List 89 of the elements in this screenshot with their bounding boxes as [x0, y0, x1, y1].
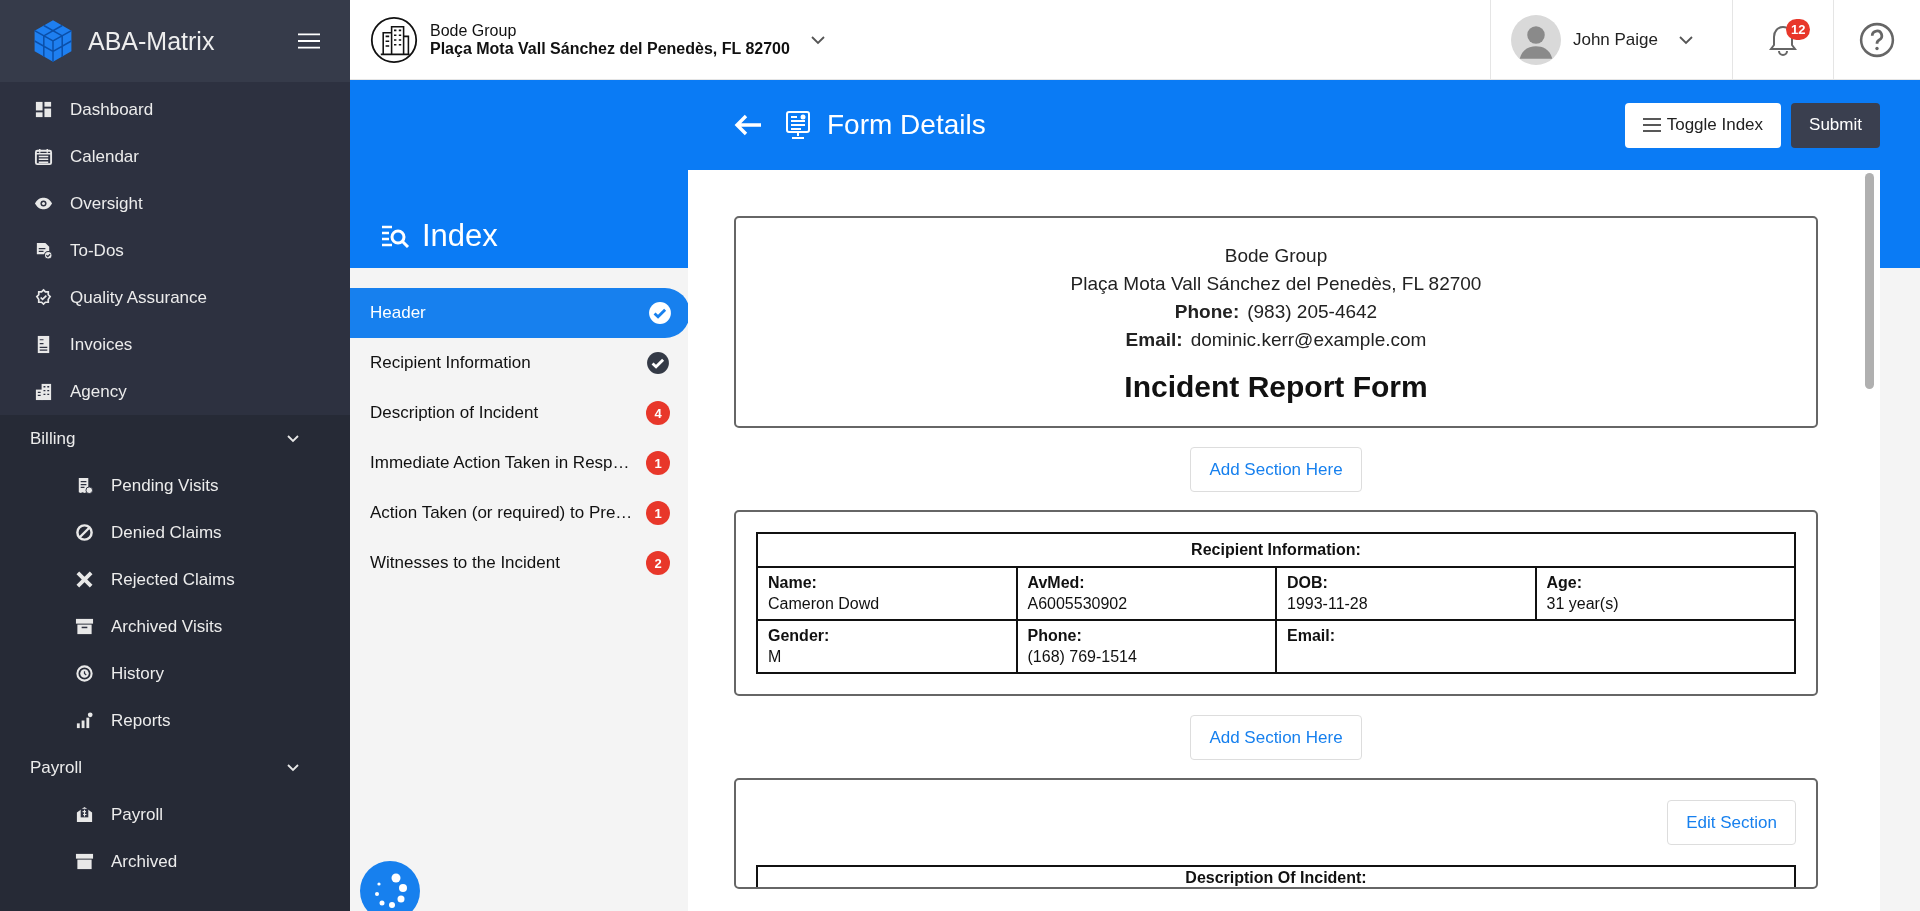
scrollbar-thumb[interactable] — [1865, 173, 1874, 389]
menu-icon — [1642, 118, 1661, 132]
count-badge: 1 — [646, 501, 670, 525]
avatar-icon — [1510, 14, 1561, 65]
chevron-down-icon — [286, 762, 300, 773]
edit-section-button[interactable]: Edit Section — [1667, 800, 1796, 845]
table-title: Description Of Incident: — [1184, 868, 1368, 887]
field-value: Cameron Dowd — [768, 595, 881, 613]
index-item[interactable]: Action Taken (or required) to Pre… 1 — [350, 488, 688, 538]
page-title: Form Details — [827, 109, 987, 141]
organization-address: Plaça Mota Vall Sánchez del Penedès, FL 82700 — [430, 39, 790, 58]
index-title: Index — [422, 218, 498, 254]
field-value: M — [768, 648, 783, 666]
user-menu[interactable]: John Paige — [1489, 0, 1732, 79]
building-icon — [370, 15, 418, 64]
help-icon[interactable] — [1859, 21, 1895, 58]
badge-check-icon — [34, 288, 53, 307]
bar-chart-icon — [75, 711, 94, 730]
check-circle-icon — [646, 351, 670, 375]
toggle-button[interactable]: Toggle Index — [1624, 102, 1782, 148]
count-badge: 1 — [646, 451, 670, 475]
document-check-icon — [34, 241, 53, 260]
field-label: AvMed: — [1027, 574, 1086, 592]
nav-item[interactable]: History — [0, 650, 350, 697]
monitor-document-icon — [785, 109, 811, 141]
count-badge: 4 — [646, 401, 670, 425]
nav-item[interactable]: Archived — [0, 838, 350, 885]
nav-item[interactable]: Reports — [0, 697, 350, 744]
field-label: Gender: — [768, 627, 831, 645]
dashboard-icon — [34, 100, 53, 119]
table-title: Recipient Information: — [757, 533, 1795, 567]
submit-button[interactable]: Submit — [1791, 102, 1880, 148]
nav-group-header[interactable]: Billing — [0, 415, 350, 462]
field-label: Email: — [1287, 627, 1336, 645]
field-value: A6005530902 — [1027, 595, 1129, 613]
notification-count: 12 — [1786, 19, 1811, 40]
nav-item[interactable]: Rejected Claims — [0, 556, 350, 603]
index-item[interactable]: Immediate Action Taken in Resp… 1 — [350, 438, 688, 488]
user-name: John Paige — [1572, 29, 1658, 50]
archive-box-icon — [75, 617, 94, 636]
field-value: 31 year(s) — [1546, 595, 1620, 613]
phone-label: Phone: — [1174, 301, 1240, 322]
menu-icon[interactable] — [298, 33, 320, 49]
field-label: Phone: — [1027, 627, 1083, 645]
back-arrow-icon[interactable] — [733, 113, 763, 137]
index-item[interactable]: Witnesses to the Incident 2 — [350, 538, 688, 588]
nav-item[interactable]: Dashboard — [0, 86, 350, 133]
organization-name: Bode Group — [430, 21, 518, 40]
check-circle-icon — [648, 301, 672, 325]
chevron-down-icon — [1678, 34, 1694, 45]
field-value: 1993-11-28 — [1287, 595, 1369, 613]
add-section-button[interactable]: Add Section Here — [1190, 715, 1362, 760]
company-name: Bode Group — [1223, 244, 1329, 268]
loading-dots-icon[interactable] — [360, 861, 420, 911]
index-item[interactable]: Description of Incident 4 — [350, 388, 688, 438]
nav-item[interactable]: Invoices — [0, 321, 350, 368]
chevron-down-icon — [286, 433, 300, 444]
buildings-icon — [34, 382, 53, 401]
nav-item[interactable]: To-Dos — [0, 227, 350, 274]
field-label: DOB: — [1287, 574, 1329, 592]
phone-number: (983) 205-4642 — [1247, 301, 1378, 322]
nav-item[interactable]: Calendar — [0, 133, 350, 180]
nav-item[interactable]: Payroll — [0, 791, 350, 838]
company-address: Plaça Mota Vall Sánchez del Penedès, FL 82700 — [1069, 272, 1483, 296]
index-item[interactable]: Recipient Information — [350, 338, 688, 388]
nav-item[interactable]: Denied Claims — [0, 509, 350, 556]
field-label: Name: — [768, 574, 818, 592]
chevron-down-icon[interactable] — [809, 34, 826, 45]
close-icon — [75, 570, 94, 589]
nav-item[interactable]: Oversight — [0, 180, 350, 227]
email-label: Email: — [1125, 329, 1183, 350]
nav-group-header[interactable]: Payroll — [0, 744, 350, 791]
count-badge: 2 — [646, 551, 670, 575]
form-title: Incident Report Form — [1123, 370, 1429, 404]
nav-item[interactable]: Agency — [0, 368, 350, 415]
archive-box-icon — [75, 852, 94, 871]
nav-item[interactable]: Archived Visits — [0, 603, 350, 650]
calendar-icon — [34, 147, 53, 166]
field-value: (168) 769-1514 — [1027, 648, 1138, 666]
ban-icon — [75, 523, 94, 542]
field-label: Age: — [1546, 574, 1584, 592]
app-name: ABA-Matrix — [88, 26, 216, 56]
money-envelope-icon — [75, 805, 94, 824]
email-address: dominic.kerr@example.com — [1190, 329, 1427, 350]
nav-item[interactable]: Quality Assurance — [0, 274, 350, 321]
index-item[interactable]: Header — [350, 288, 690, 338]
add-section-button[interactable]: Add Section Here — [1190, 447, 1362, 492]
nav-item[interactable]: Pending Visits — [0, 462, 350, 509]
history-icon — [75, 664, 94, 683]
